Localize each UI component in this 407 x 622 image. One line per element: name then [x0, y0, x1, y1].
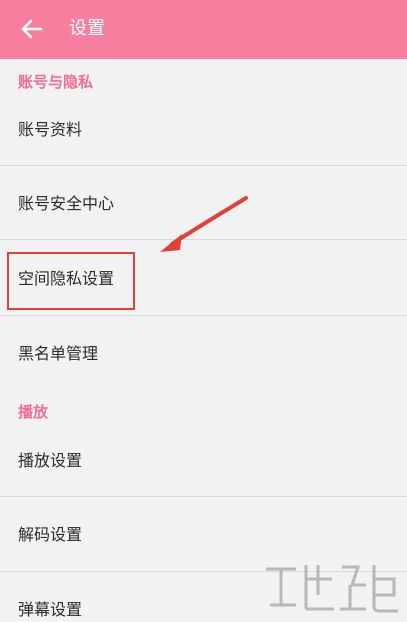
settings-item-label: 黑名单管理: [18, 344, 99, 363]
settings-item-label: 账号安全中心: [18, 194, 115, 213]
settings-item-label: 账号资料: [18, 120, 83, 139]
settings-item-label: 播放设置: [18, 451, 83, 470]
settings-item-blacklist[interactable]: 黑名单管理: [0, 316, 407, 388]
settings-screen: 设置 账号与隐私 账号资料 账号安全中心 空间隐私设置 黑名单管理 播放 播放设…: [0, 0, 407, 622]
settings-item-decoding[interactable]: 解码设置: [0, 497, 407, 569]
section-header-account-privacy: 账号与隐私: [18, 73, 94, 91]
settings-item-label: 解码设置: [18, 525, 83, 544]
settings-item-danmaku[interactable]: 弹幕设置: [0, 572, 407, 622]
settings-item-account-security[interactable]: 账号安全中心: [0, 166, 407, 238]
app-bar: 设置: [0, 0, 407, 59]
settings-item-space-privacy[interactable]: 空间隐私设置: [0, 240, 407, 312]
settings-item-label: 空间隐私设置: [18, 269, 115, 288]
settings-item-account-profile[interactable]: 账号资料: [0, 93, 407, 165]
page-title: 设置: [69, 18, 105, 39]
back-button[interactable]: [20, 17, 44, 41]
settings-item-label: 弹幕设置: [18, 600, 83, 619]
settings-item-playback[interactable]: 播放设置: [0, 424, 407, 496]
section-header-playback: 播放: [18, 403, 49, 421]
arrow-left-icon: [21, 19, 43, 39]
